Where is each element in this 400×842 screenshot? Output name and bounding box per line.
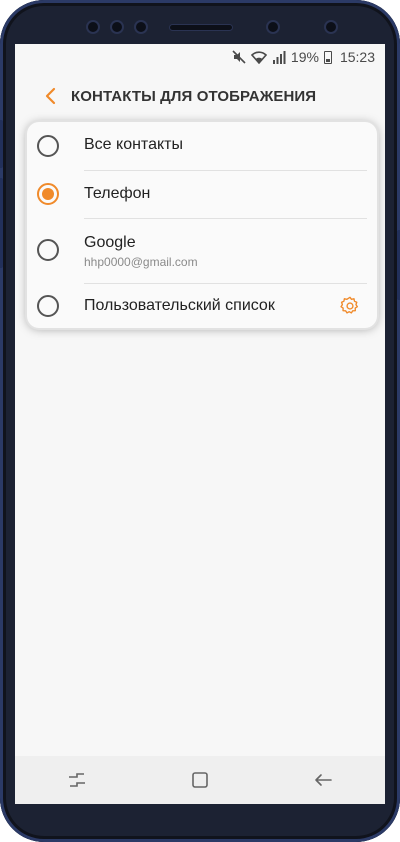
sensor-icon (88, 22, 98, 32)
account-email: hhp0000@gmail.com (84, 255, 198, 269)
earpiece-speaker (170, 25, 232, 30)
home-button[interactable] (176, 756, 224, 804)
radio-button[interactable] (37, 239, 59, 261)
home-icon (192, 772, 208, 788)
option-label: Google (84, 234, 136, 251)
wifi-icon (250, 50, 267, 64)
option-label: Телефон (84, 185, 151, 202)
clock: 15:23 (339, 49, 375, 65)
iris-scanner-icon (326, 22, 336, 32)
radio-button[interactable] (37, 295, 59, 317)
screen: 19% 15:23 КОНТАКТЫ ДЛЯ ОТОБРАЖЕНИЯ Все к… (15, 44, 385, 804)
back-arrow-icon (315, 774, 333, 786)
recent-apps-button[interactable] (53, 756, 101, 804)
navigation-bar (15, 756, 385, 804)
sensor-icon (112, 22, 122, 32)
battery-icon (323, 50, 332, 64)
volume-down-key (0, 178, 3, 268)
recent-apps-icon (68, 773, 85, 787)
option-custom-list[interactable]: Пользовательский список (27, 284, 377, 328)
page-title: КОНТАКТЫ ДЛЯ ОТОБРАЖЕНИЯ (71, 87, 317, 105)
app-bar: КОНТАКТЫ ДЛЯ ОТОБРАЖЕНИЯ (15, 74, 385, 118)
gear-icon[interactable] (339, 295, 361, 317)
option-google[interactable]: Google hhp0000@gmail.com (27, 219, 377, 283)
phone-frame: 19% 15:23 КОНТАКТЫ ДЛЯ ОТОБРАЖЕНИЯ Все к… (0, 0, 400, 842)
battery-percent: 19% (290, 49, 319, 65)
mute-icon (232, 50, 246, 64)
front-camera-icon (268, 22, 278, 32)
option-all-contacts[interactable]: Все контакты (27, 122, 377, 170)
option-label: Все контакты (84, 136, 183, 153)
option-label: Пользовательский список (84, 297, 275, 314)
status-bar: 19% 15:23 (15, 44, 385, 70)
system-back-button[interactable] (299, 756, 347, 804)
radio-button[interactable] (37, 135, 59, 157)
volume-up-key (0, 120, 3, 168)
radio-button-selected[interactable] (37, 183, 59, 205)
chevron-left-icon (45, 87, 56, 105)
contacts-options-list: Все контакты Телефон Google hhp0000@gmai… (27, 122, 377, 328)
top-bezel (40, 14, 360, 40)
back-button[interactable] (29, 74, 73, 118)
sensor-icon (136, 22, 146, 32)
option-phone[interactable]: Телефон (27, 171, 377, 218)
signal-icon (272, 50, 286, 64)
